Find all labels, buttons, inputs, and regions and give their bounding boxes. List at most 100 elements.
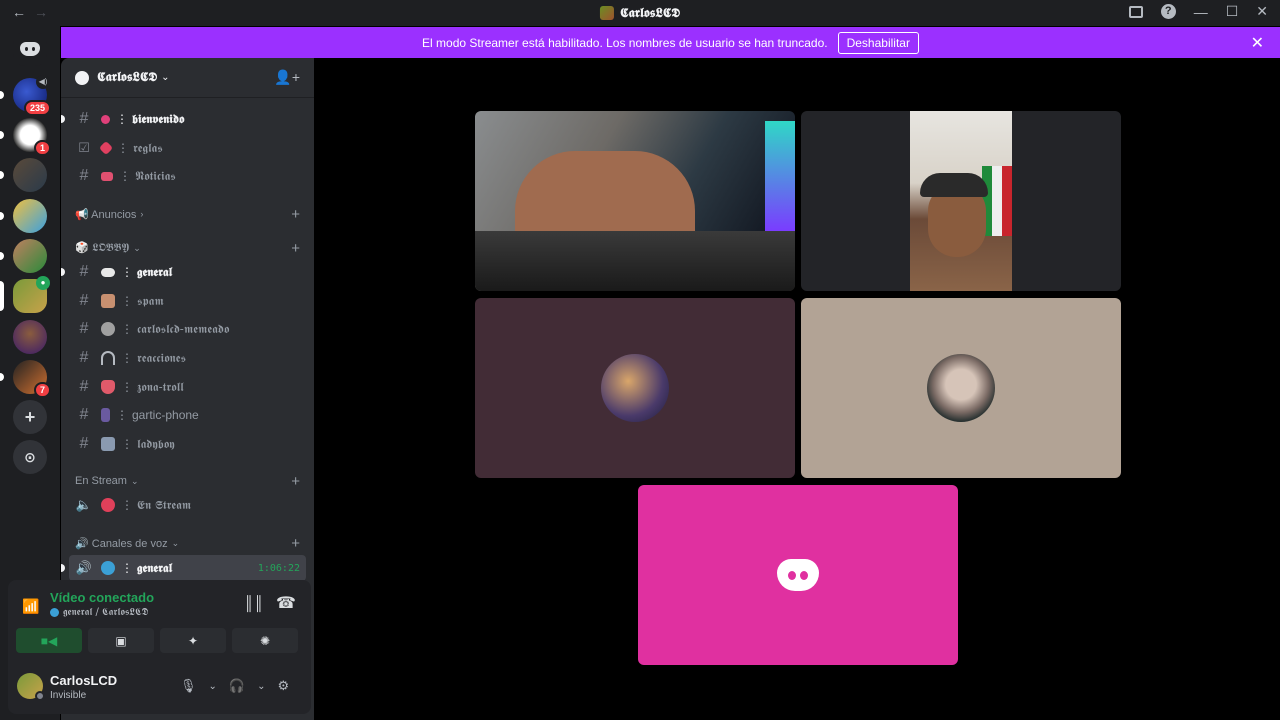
- channel-general-text[interactable]: # ⋮ 𝖌𝖊𝖓𝖊𝖗𝖆𝖑: [61, 259, 306, 285]
- screen-share-button[interactable]: ▣: [88, 628, 154, 653]
- add-server-button[interactable]: +: [13, 400, 47, 434]
- guild-header[interactable]: 𝕮𝖆𝖗𝖑𝖔𝖘𝕷𝕮𝕯 ⌄ 👤+: [61, 58, 314, 98]
- mic-options-chevron-icon[interactable]: ⌄: [209, 681, 217, 692]
- noise-suppression-icon[interactable]: ║║: [244, 595, 264, 611]
- server-icon[interactable]: ◀) 235: [0, 75, 51, 116]
- invite-people-icon[interactable]: 👤+: [274, 69, 300, 86]
- mention-badge: 7: [33, 382, 51, 398]
- server-icon[interactable]: 1: [0, 118, 51, 156]
- add-channel-icon[interactable]: +: [291, 240, 300, 257]
- flag: [982, 166, 1012, 236]
- discover-button[interactable]: ⊙: [13, 440, 47, 474]
- unread-pill: [0, 91, 4, 99]
- server-thumbnail-icon: [599, 6, 614, 20]
- channel-reglas[interactable]: ☑ ⋮ 𝖗𝖊𝖌𝖑𝖆𝖘: [69, 135, 306, 161]
- video-active-icon: ●: [36, 276, 50, 290]
- unread-pill: [0, 373, 4, 381]
- microphone-icon[interactable]: 🎙: [180, 678, 197, 694]
- rules-icon: ☑: [78, 140, 90, 155]
- disable-streamer-button[interactable]: Deshabilitar: [837, 31, 919, 54]
- headphones-icon[interactable]: 🎧: [229, 678, 245, 694]
- speech-bubble-emoji-icon: [101, 267, 115, 277]
- channel-en-stream[interactable]: 🔈 ⋮ 𝕰𝖓 𝕾𝖙𝖗𝖊𝖆𝖒: [69, 492, 306, 518]
- avatar: [927, 354, 995, 422]
- separator: ⋮: [119, 169, 131, 183]
- avatar: [601, 354, 669, 422]
- settings-gear-icon[interactable]: ⚙: [277, 678, 289, 694]
- discord-logo-icon: [20, 42, 40, 56]
- voice-status[interactable]: Vídeo conectado: [50, 590, 154, 605]
- server-icon[interactable]: [13, 320, 47, 354]
- channel-name: 𝕰𝖓 𝕾𝖙𝖗𝖊𝖆𝖒: [137, 497, 192, 512]
- category-anuncios[interactable]: 📢 Anuncios › +: [69, 205, 306, 223]
- server-icon-active[interactable]: ●: [0, 276, 50, 313]
- channel-ladyboy[interactable]: # ⋮ 𝖑𝖆𝖉𝖞𝖇𝖔𝖞: [69, 431, 306, 457]
- channel-name: 𝖗𝖊𝖆𝖈𝖈𝖎𝖔𝖓𝖊𝖘: [137, 350, 186, 365]
- category-label: En Stream: [75, 475, 127, 487]
- video-tile-participant-2[interactable]: [801, 111, 1121, 291]
- separator: ⋮: [121, 561, 133, 575]
- server-icon[interactable]: [0, 158, 47, 192]
- rgb-light: [765, 121, 795, 231]
- forward-arrow-icon[interactable]: →: [34, 4, 48, 20]
- channel-noticias[interactable]: # ⋮ 𝕹𝖔𝖙𝖎𝖈𝖎𝖆𝖘: [69, 163, 306, 189]
- channel-carloslcd-memeado[interactable]: # ⋮ 𝖈𝖆𝖗𝖑𝖔𝖘𝖑𝖈𝖉-𝖒𝖊𝖒𝖊𝖆𝖉𝖔: [69, 316, 306, 342]
- add-channel-icon[interactable]: +: [291, 535, 300, 552]
- channel-zona-troll[interactable]: # ⋮ 𝖟𝖔𝖓𝖆-𝖙𝖗𝖔𝖑𝖑: [69, 374, 306, 400]
- chevron-down-icon: ⌄: [133, 242, 141, 253]
- audio-tile-participant-4[interactable]: [801, 298, 1121, 478]
- hash-icon: #: [79, 378, 89, 395]
- video-call-stage: [315, 58, 1280, 720]
- mention-badge: 235: [23, 100, 51, 116]
- inbox-icon[interactable]: [1128, 5, 1143, 18]
- channel-bienvenido[interactable]: # ⋮ 𝖇𝖎𝖊𝖓𝖛𝖊𝖓𝖎𝖉𝖔: [61, 106, 306, 132]
- streamer-mode-banner: El modo Streamer está habilitado. Los no…: [61, 27, 1280, 58]
- window-controls: ? — ☐ ✕: [1128, 3, 1268, 20]
- globe-icon: [50, 608, 59, 617]
- close-icon[interactable]: ✕: [1251, 33, 1264, 53]
- maximize-button[interactable]: ☐: [1226, 3, 1239, 20]
- voice-location[interactable]: 𝖌𝖊𝖓𝖊𝖗𝖆𝖑 / 𝕮𝖆𝖗𝖑𝖔𝖘𝕷𝕮𝕯: [50, 607, 148, 618]
- camera-button[interactable]: ■◀: [16, 628, 82, 653]
- channel-name: 𝖈𝖆𝖗𝖑𝖔𝖘𝖑𝖈𝖉-𝖒𝖊𝖒𝖊𝖆𝖉𝖔: [137, 321, 230, 336]
- minimize-button[interactable]: —: [1194, 4, 1208, 20]
- server-icon[interactable]: 7: [0, 360, 51, 398]
- channel-gartic-phone[interactable]: # ⋮ gartic-phone: [69, 402, 306, 428]
- category-canales-de-voz[interactable]: 🔊 Canales de voz ⌄ +: [69, 534, 306, 552]
- globe-emoji-icon: [101, 561, 115, 575]
- signal-icon[interactable]: 📶: [22, 598, 39, 615]
- voice-channel-general[interactable]: 🔊 ⋮ 𝖌𝖊𝖓𝖊𝖗𝖆𝖑 1:06:22: [61, 555, 306, 581]
- disconnect-icon[interactable]: ☎: [276, 593, 296, 613]
- help-icon[interactable]: ?: [1160, 4, 1176, 19]
- person-emoji-icon: [101, 294, 115, 308]
- add-channel-icon[interactable]: +: [291, 206, 300, 223]
- video-tile-participant-1[interactable]: [475, 111, 795, 291]
- server-icon[interactable]: [0, 239, 47, 273]
- activities-button[interactable]: ✦: [160, 628, 226, 653]
- stage-speaker-icon: 🔈: [75, 497, 93, 512]
- category-label: 📢 Anuncios: [75, 208, 137, 221]
- soundboard-button[interactable]: ✺: [232, 628, 298, 653]
- history-nav: ← →: [12, 4, 48, 20]
- category-label: 🎲 𝕷𝕺𝕭𝕭𝖄: [75, 241, 130, 254]
- channel-name: 𝕹𝖔𝖙𝖎𝖈𝖎𝖆𝖘: [135, 168, 176, 183]
- category-lobby[interactable]: 🎲 𝕷𝕺𝕭𝕭𝖄 ⌄ +: [69, 239, 306, 257]
- channel-name: 𝖘𝖕𝖆𝖒: [137, 293, 164, 308]
- add-channel-icon[interactable]: +: [291, 473, 300, 490]
- audio-options-chevron-icon[interactable]: ⌄: [257, 681, 265, 692]
- chevron-down-icon: ⌄: [171, 537, 180, 548]
- channel-spam[interactable]: # ⋮ 𝖘𝖕𝖆𝖒: [69, 288, 306, 314]
- home-button[interactable]: [13, 32, 47, 66]
- hash-icon: #: [79, 406, 89, 423]
- category-label: 🔊 Canales de voz: [75, 537, 168, 550]
- back-arrow-icon[interactable]: ←: [12, 4, 26, 20]
- chevron-right-icon: ›: [140, 209, 144, 219]
- close-window-button[interactable]: ✕: [1256, 3, 1268, 20]
- channel-reacciones[interactable]: # ⋮ 𝖗𝖊𝖆𝖈𝖈𝖎𝖔𝖓𝖊𝖘: [69, 345, 306, 371]
- server-icon[interactable]: [0, 199, 47, 233]
- audio-tile-participant-5[interactable]: [638, 485, 958, 665]
- category-en-stream[interactable]: En Stream ⌄ +: [69, 472, 306, 490]
- username[interactable]: CarlosLCD: [50, 673, 117, 688]
- audio-tile-participant-3[interactable]: [475, 298, 795, 478]
- chevron-down-icon: ⌄: [130, 475, 139, 486]
